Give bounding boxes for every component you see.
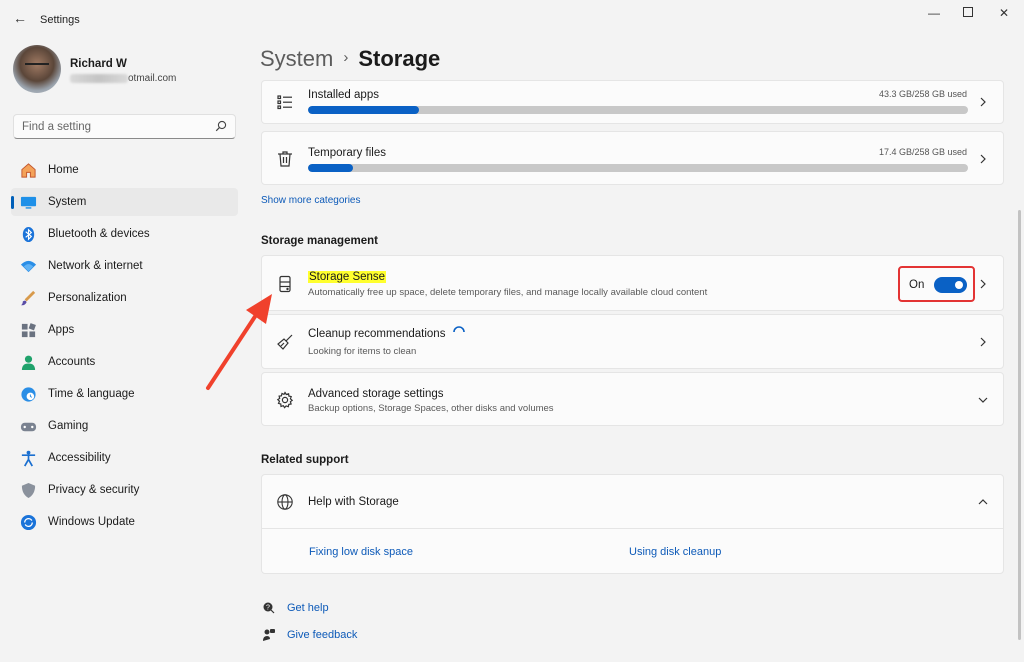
profile-name: Richard W [70, 58, 127, 70]
globe-icon [277, 494, 293, 510]
using-disk-cleanup-link[interactable]: Using disk cleanup [629, 546, 721, 558]
storage-sense-toggle[interactable] [934, 277, 967, 293]
back-arrow-icon[interactable]: ← [12, 10, 28, 26]
sidebar-item-windows-update[interactable]: Windows Update [11, 508, 238, 536]
usage-text: 17.4 GB/258 GB used [878, 147, 967, 157]
list-icon [277, 95, 292, 110]
category-title: Installed apps [308, 89, 379, 101]
annotation-arrow [206, 294, 272, 390]
chevron-right-icon[interactable] [977, 96, 989, 108]
update-icon [20, 514, 37, 531]
sidebar-item-gaming[interactable]: Gaming [11, 412, 238, 440]
toggle-state-label: On [909, 279, 925, 291]
chevron-up-icon[interactable] [977, 496, 989, 508]
advanced-title: Advanced storage settings [308, 388, 444, 400]
cleanup-recommendations-card[interactable]: Cleanup recommendations Looking for item… [261, 314, 1004, 369]
help-with-storage-card: Help with Storage Fixing low disk space … [261, 474, 1004, 574]
category-temporary-files[interactable]: Temporary files 17.4 GB/258 GB used [261, 131, 1004, 185]
brush-icon [20, 290, 36, 306]
system-icon [20, 196, 37, 209]
chevron-right-icon[interactable] [977, 336, 989, 348]
email-redaction [70, 73, 128, 83]
sidebar-item-privacy[interactable]: Privacy & security [11, 476, 238, 504]
usage-bar-fill [308, 106, 419, 114]
title-bar: ← Settings — ✕ [0, 0, 1024, 38]
search-icon[interactable] [215, 120, 227, 132]
sidebar-item-label: Accounts [48, 356, 96, 368]
give-feedback-link[interactable]: Give feedback [287, 629, 357, 641]
globe-clock-icon [21, 387, 36, 402]
chevron-right-icon[interactable] [977, 278, 989, 290]
usage-bar [308, 164, 968, 172]
storage-sense-subtitle: Automatically free up space, delete temp… [308, 287, 708, 298]
close-icon[interactable]: ✕ [994, 5, 1014, 21]
network-icon [20, 260, 37, 273]
sidebar-item-label: Time & language [48, 388, 135, 400]
fixing-low-disk-space-link[interactable]: Fixing low disk space [309, 546, 413, 558]
cleanup-subtitle: Looking for items to clean [308, 346, 417, 357]
home-icon [21, 163, 36, 178]
chevron-down-icon[interactable] [977, 394, 989, 406]
sidebar-item-label: Windows Update [48, 516, 135, 528]
help-with-storage-header[interactable]: Help with Storage [262, 475, 1003, 529]
usage-bar-fill [308, 164, 353, 172]
feedback-icon [263, 629, 275, 641]
search-box[interactable] [13, 114, 236, 139]
annotation-highlight-box: On [898, 266, 975, 302]
search-input[interactable] [22, 119, 212, 135]
sidebar-item-accessibility[interactable]: Accessibility [11, 444, 238, 472]
storage-management-heading: Storage management [261, 235, 378, 247]
page-title: Storage [358, 46, 441, 71]
advanced-subtitle: Backup options, Storage Spaces, other di… [308, 403, 554, 414]
related-support-heading: Related support [261, 454, 349, 466]
gamepad-icon [20, 422, 37, 432]
accounts-icon [21, 355, 36, 371]
avatar[interactable] [13, 45, 61, 93]
usage-bar [308, 106, 968, 114]
toggle-knob [955, 281, 963, 289]
app-title: Settings [40, 14, 80, 26]
sidebar-item-label: Privacy & security [48, 484, 140, 496]
sidebar-item-label: System [48, 196, 87, 208]
sidebar-item-label: Bluetooth & devices [48, 228, 150, 240]
chevron-right-icon[interactable] [977, 153, 989, 165]
sidebar-item-bluetooth[interactable]: Bluetooth & devices [11, 220, 238, 248]
cleanup-title: Cleanup recommendations [308, 328, 446, 340]
category-installed-apps[interactable]: Installed apps 43.3 GB/258 GB used [261, 80, 1004, 124]
sidebar-item-label: Network & internet [48, 260, 143, 272]
breadcrumb-parent[interactable]: System [260, 46, 333, 71]
sidebar-item-label: Accessibility [48, 452, 111, 464]
storage-sense-card[interactable]: Storage Sense Automatically free up spac… [261, 255, 1004, 311]
apps-icon [21, 323, 36, 338]
get-help-link[interactable]: Get help [287, 602, 329, 614]
svg-text:?: ? [266, 605, 270, 612]
trash-icon [278, 151, 292, 167]
breadcrumb-separator: › [343, 49, 349, 66]
usage-text: 43.3 GB/258 GB used [878, 89, 967, 99]
sidebar-item-network[interactable]: Network & internet [11, 252, 238, 280]
advanced-storage-settings-card[interactable]: Advanced storage settings Backup options… [261, 372, 1004, 426]
loading-spinner-icon [453, 326, 465, 333]
sidebar-item-label: Apps [48, 324, 75, 336]
maximize-icon[interactable] [958, 5, 978, 21]
bluetooth-icon [22, 226, 35, 243]
breadcrumb: System › Storage [260, 46, 440, 72]
sidebar-item-label: Gaming [48, 420, 89, 432]
shield-icon [21, 482, 36, 499]
sidebar-item-label: Personalization [48, 292, 127, 304]
storage-sense-title: Storage Sense [308, 271, 387, 283]
category-title: Temporary files [308, 147, 386, 159]
sidebar-item-home[interactable]: Home [11, 156, 238, 184]
show-more-categories-link[interactable]: Show more categories [261, 195, 361, 206]
help-icon: ? [263, 602, 275, 614]
help-title: Help with Storage [308, 496, 399, 508]
minimize-icon[interactable]: — [924, 5, 944, 21]
sidebar-item-label: Home [48, 164, 79, 176]
profile-email: otmail.com [70, 73, 176, 84]
sidebar-item-system[interactable]: System [11, 188, 238, 216]
accessibility-icon [21, 450, 36, 467]
scrollbar[interactable] [1018, 210, 1021, 640]
